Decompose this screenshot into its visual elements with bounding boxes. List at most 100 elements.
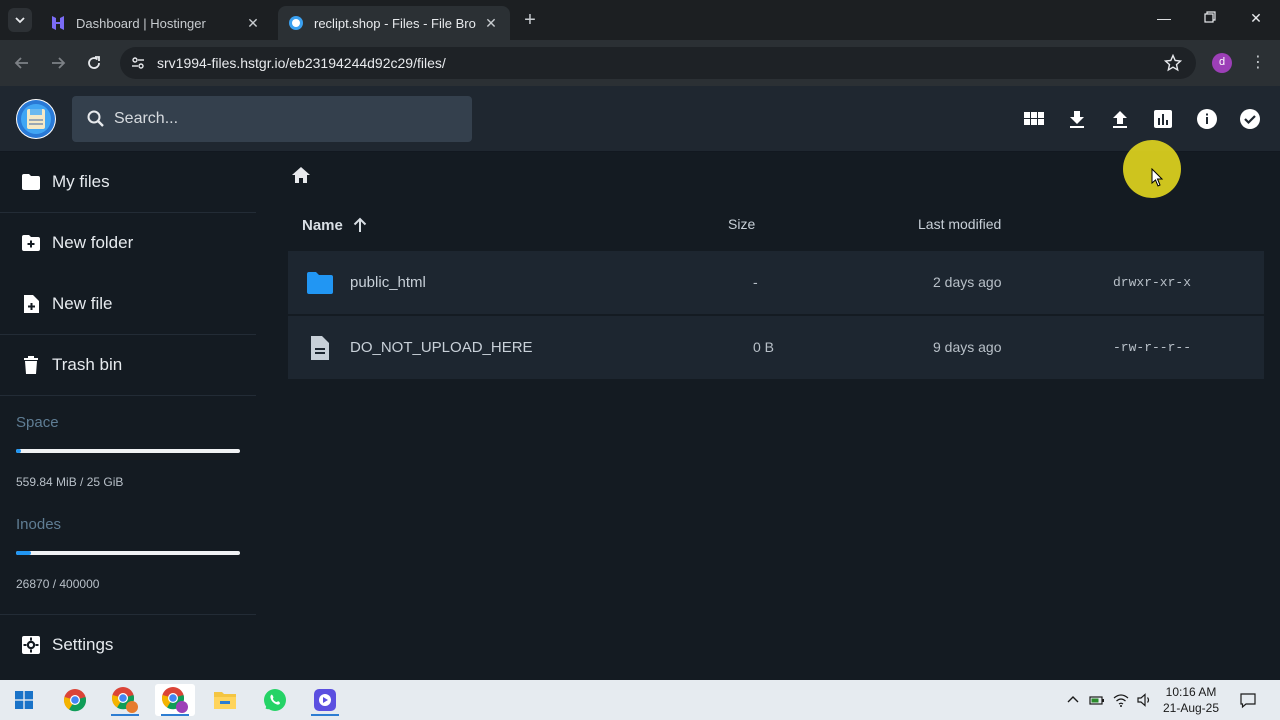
- settings-icon: [22, 636, 40, 654]
- windows-logo-icon: [15, 691, 33, 709]
- sidebar-item-settings[interactable]: Settings: [0, 615, 256, 675]
- address-bar[interactable]: srv1994-files.hstgr.io/eb23194244d92c29/…: [120, 47, 1196, 79]
- file-size: -: [753, 274, 758, 290]
- tab-hostinger[interactable]: Dashboard | Hostinger ✕: [40, 6, 272, 40]
- whatsapp-icon: [264, 689, 286, 711]
- file-permissions: -rw-r--r--: [1113, 340, 1192, 355]
- close-window-button[interactable]: ✕: [1246, 10, 1266, 30]
- sidebar-item-trash-bin[interactable]: Trash bin: [0, 335, 256, 395]
- table-row[interactable]: public_html - 2 days ago drwxr-xr-x: [288, 251, 1264, 315]
- sidebar: My files New folder New file Trash bin S…: [0, 152, 256, 680]
- inodes-progress-bar: [16, 551, 240, 555]
- site-settings-icon[interactable]: [130, 55, 146, 71]
- search-icon: [87, 110, 104, 127]
- wifi-icon[interactable]: [1113, 692, 1129, 708]
- browser-menu-icon[interactable]: ⋮: [1250, 53, 1266, 73]
- close-icon[interactable]: ✕: [482, 15, 500, 32]
- mouse-pointer-icon: [1151, 168, 1164, 187]
- battery-icon[interactable]: [1089, 692, 1105, 708]
- app-logo[interactable]: [16, 99, 56, 139]
- space-usage-text: 559.84 MiB / 25 GiB: [16, 475, 124, 489]
- column-header-modified[interactable]: Last modified: [918, 216, 1001, 232]
- upload-icon: [1113, 111, 1127, 128]
- space-progress-fill: [16, 449, 21, 453]
- table-row[interactable]: DO_NOT_UPLOAD_HERE 0 B 9 days ago -rw-r-…: [288, 316, 1264, 380]
- close-icon[interactable]: ✕: [244, 15, 262, 32]
- check-circle-icon: [1240, 109, 1260, 129]
- chrome-icon: [63, 689, 87, 712]
- file-modified: 2 days ago: [933, 274, 1002, 290]
- profile-avatar[interactable]: d: [1212, 53, 1232, 73]
- note-add-icon: [24, 295, 39, 313]
- trash-icon: [24, 356, 38, 374]
- hostinger-logo-icon: [52, 16, 64, 30]
- tab-file-browser[interactable]: reclipt.shop - Files - File Browser ✕: [278, 6, 510, 40]
- show-hidden-icons-icon[interactable]: [1065, 692, 1081, 708]
- windows-taskbar: 10:16 AM 21-Aug-25: [0, 680, 1280, 720]
- app-header: [0, 86, 1280, 152]
- taskbar-screen-recorder[interactable]: [305, 684, 345, 716]
- taskbar-whatsapp[interactable]: [255, 684, 295, 716]
- taskbar-chrome-profile-d[interactable]: [155, 684, 195, 716]
- browser-tab-bar: Dashboard | Hostinger ✕ reclipt.shop - F…: [0, 0, 1280, 40]
- create-new-folder-icon: [22, 235, 40, 251]
- folder-icon: [22, 174, 40, 190]
- file-listing: Name Size Last modified public_html - 2 …: [256, 152, 1280, 680]
- arrow-up-icon: [353, 217, 367, 232]
- start-button[interactable]: [4, 684, 44, 716]
- running-indicator: [161, 714, 189, 716]
- bookmark-star-icon[interactable]: [1164, 54, 1182, 72]
- running-indicator: [311, 714, 339, 716]
- chevron-down-icon: [15, 17, 25, 24]
- notifications-icon[interactable]: [1239, 691, 1257, 709]
- file-name: public_html: [350, 274, 426, 291]
- inodes-progress-fill: [16, 551, 31, 555]
- download-icon: [1070, 111, 1084, 128]
- bar-chart-icon: [1154, 110, 1172, 128]
- search-box[interactable]: [72, 96, 472, 142]
- chrome-profile-icon: [161, 687, 188, 713]
- download-button[interactable]: [1066, 108, 1088, 130]
- disk-usage-button[interactable]: [1152, 108, 1174, 130]
- taskbar-chrome[interactable]: [55, 684, 95, 716]
- tab-title: reclipt.shop - Files - File Browser: [314, 15, 476, 31]
- running-indicator: [111, 714, 139, 716]
- folder-icon: [307, 272, 333, 294]
- select-multiple-button[interactable]: [1239, 108, 1261, 130]
- info-button[interactable]: [1196, 108, 1218, 130]
- reload-icon[interactable]: [84, 53, 104, 73]
- space-title: Space: [16, 414, 59, 431]
- home-icon[interactable]: [290, 164, 312, 186]
- column-header-name[interactable]: Name: [302, 216, 369, 234]
- new-tab-button[interactable]: +: [520, 10, 540, 30]
- info-icon: [1197, 109, 1217, 129]
- grid-view-button[interactable]: [1023, 108, 1045, 130]
- sidebar-item-my-files[interactable]: My files: [0, 152, 256, 212]
- screen-recorder-icon: [314, 689, 336, 711]
- speaker-icon[interactable]: [1137, 692, 1153, 708]
- upload-button[interactable]: [1109, 108, 1131, 130]
- clock-time: 10:16 AM: [1165, 685, 1217, 699]
- file-name: DO_NOT_UPLOAD_HERE: [350, 339, 533, 356]
- back-arrow-icon[interactable]: [12, 53, 32, 73]
- minimize-button[interactable]: —: [1154, 10, 1174, 30]
- column-header-size[interactable]: Size: [728, 216, 755, 232]
- browser-toolbar: srv1994-files.hstgr.io/eb23194244d92c29/…: [0, 40, 1280, 86]
- taskbar-file-explorer[interactable]: [205, 684, 245, 716]
- system-clock[interactable]: 10:16 AM 21-Aug-25: [1158, 684, 1224, 716]
- url-text: srv1994-files.hstgr.io/eb23194244d92c29/…: [157, 55, 446, 71]
- sidebar-item-label: New folder: [52, 233, 134, 252]
- sidebar-item-new-folder[interactable]: New folder: [0, 213, 256, 273]
- forward-arrow-icon[interactable]: [48, 53, 68, 73]
- floppy-logo-icon: [17, 100, 55, 138]
- tab-search-button[interactable]: [8, 8, 32, 32]
- file-permissions: drwxr-xr-x: [1113, 275, 1192, 290]
- clock-date: 21-Aug-25: [1162, 701, 1220, 715]
- taskbar-chrome-profile-n[interactable]: [105, 684, 145, 716]
- sidebar-item-label: New file: [52, 294, 113, 313]
- sidebar-item-new-file[interactable]: New file: [0, 274, 256, 334]
- restore-button[interactable]: [1200, 10, 1220, 30]
- sidebar-item-label: Trash bin: [52, 355, 123, 374]
- search-input[interactable]: [114, 96, 454, 142]
- file-modified: 9 days ago: [933, 339, 1002, 355]
